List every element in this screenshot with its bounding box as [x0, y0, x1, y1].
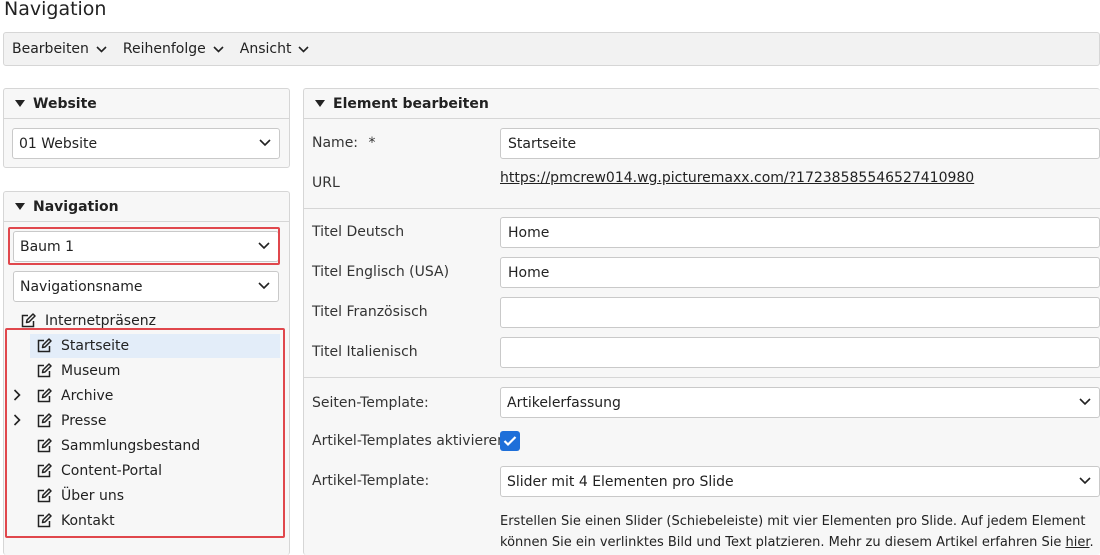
article-template-select[interactable]: Slider mit 4 Elementen pro Slide [500, 466, 1100, 497]
edit-panel-header[interactable]: Element bearbeiten [304, 89, 1100, 119]
url-link[interactable]: https://pmcrew014.wg.picturemaxx.com/?17… [500, 170, 974, 186]
chevron-down-icon [258, 282, 270, 290]
navigation-name-select[interactable]: Navigationsname [13, 271, 279, 302]
article-template-description: Erstellen Sie einen Slider (Schiebeleist… [500, 511, 1100, 553]
title-fr-input[interactable] [500, 297, 1100, 328]
navigation-name-select-value: Navigationsname [20, 278, 143, 295]
name-label: Name: * [312, 135, 375, 151]
page-title: Navigation [4, 0, 107, 20]
tree-items-highlight [5, 328, 285, 538]
article-template-label: Artikel-Template: [312, 473, 430, 489]
collapse-caret-icon [15, 203, 25, 210]
name-label-text: Name: [312, 135, 359, 151]
chevron-down-icon [1079, 398, 1091, 406]
edit-panel-title: Element bearbeiten [333, 95, 489, 112]
collapse-caret-icon [315, 100, 325, 107]
checkmark-icon [503, 436, 517, 447]
url-label: URL [312, 175, 340, 191]
website-panel: Website 01 Website [3, 88, 290, 168]
chevron-down-icon [259, 139, 271, 147]
navigation-panel-header[interactable]: Navigation [4, 192, 289, 222]
chevron-down-icon [1079, 477, 1091, 485]
tree-select-highlight [8, 227, 280, 265]
title-en-label: Titel Englisch (USA) [312, 264, 450, 280]
name-input-value: Startseite [508, 135, 577, 152]
chevron-down-icon [213, 45, 224, 53]
menu-label: Bearbeiten [12, 41, 89, 57]
edit-icon [21, 313, 36, 328]
title-de-value: Home [508, 224, 550, 241]
title-it-label: Titel Italienisch [312, 344, 418, 360]
description-end: . [1089, 535, 1094, 550]
article-template-value: Slider mit 4 Elementen pro Slide [507, 473, 734, 490]
menu-reihenfolge[interactable]: Reihenfolge [123, 41, 224, 57]
website-select-value: 01 Website [19, 135, 98, 152]
website-panel-title: Website [33, 95, 97, 112]
title-fr-label: Titel Französisch [312, 304, 428, 320]
chevron-down-icon [96, 45, 107, 53]
navigation-panel-title: Navigation [33, 198, 119, 215]
required-marker: * [368, 135, 376, 151]
toolbar: Bearbeiten Reihenfolge Ansicht [3, 32, 1100, 66]
menu-ansicht[interactable]: Ansicht [240, 41, 310, 57]
website-select[interactable]: 01 Website [12, 128, 280, 159]
description-link[interactable]: hier [1065, 535, 1089, 550]
title-en-input[interactable]: Home [500, 257, 1100, 288]
menu-label: Reihenfolge [122, 41, 206, 57]
divider [304, 377, 1100, 378]
collapse-caret-icon [15, 100, 25, 107]
name-input[interactable]: Startseite [500, 128, 1100, 159]
title-en-value: Home [508, 264, 550, 281]
chevron-down-icon [298, 45, 310, 53]
menu-label: Ansicht [239, 41, 292, 57]
title-de-input[interactable]: Home [500, 217, 1100, 248]
article-templates-checkbox[interactable] [500, 431, 520, 451]
menu-bearbeiten[interactable]: Bearbeiten [12, 41, 107, 57]
divider [304, 208, 1100, 209]
tree-item-label: Internetpräsenz [45, 313, 156, 329]
page-template-label: Seiten-Template: [312, 395, 429, 411]
description-line-2-text: können Sie ein verlinktes Bild und Text … [500, 535, 1066, 550]
description-line-1: Erstellen Sie einen Slider (Schiebeleist… [500, 514, 1086, 529]
description-line-2: können Sie ein verlinktes Bild und Text … [500, 532, 1100, 553]
article-templates-label: Artikel-Templates aktivieren: [312, 433, 511, 449]
page-template-value: Artikelerfassung [507, 394, 621, 411]
page-template-select[interactable]: Artikelerfassung [500, 387, 1100, 418]
title-it-input[interactable] [500, 337, 1100, 368]
title-de-label: Titel Deutsch [312, 224, 405, 240]
website-panel-header[interactable]: Website [4, 89, 289, 119]
